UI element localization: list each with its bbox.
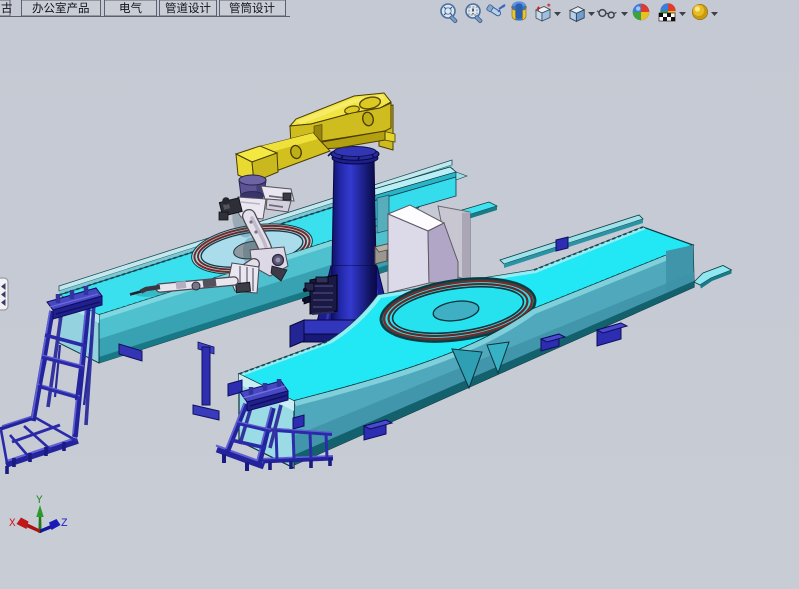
svg-text:X: X bbox=[9, 518, 16, 530]
svg-text:办公室产品: 办公室产品 bbox=[32, 1, 90, 15]
svg-text:Z: Z bbox=[61, 518, 68, 530]
svg-text:电气: 电气 bbox=[119, 1, 142, 15]
svg-text:管道设计: 管道设计 bbox=[165, 1, 211, 15]
svg-text:管筒设计: 管筒设计 bbox=[229, 1, 275, 15]
svg-text:Y: Y bbox=[36, 495, 43, 507]
svg-text:古: 古 bbox=[1, 1, 13, 15]
